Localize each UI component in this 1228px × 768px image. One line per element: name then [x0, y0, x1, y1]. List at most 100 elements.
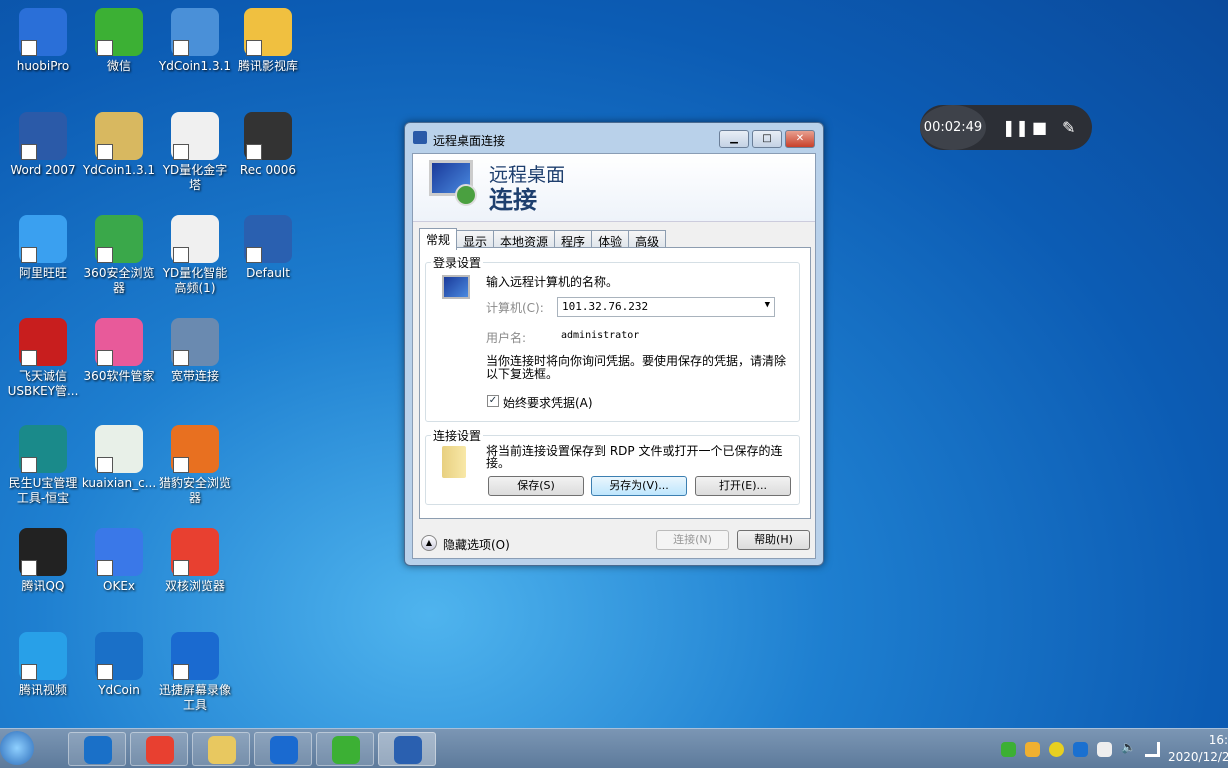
desktop-icon-label: Word 2007	[10, 163, 76, 177]
taskbar-ydcoin[interactable]	[68, 732, 126, 766]
app-icon	[171, 318, 219, 366]
recorder-tray-icon[interactable]	[1073, 742, 1088, 757]
desktop-icon[interactable]: 猎豹安全浏览器	[157, 425, 233, 506]
desktop-icon[interactable]: Rec 0006	[230, 112, 306, 178]
desktop-icon[interactable]: 阿里旺旺	[5, 215, 81, 281]
desktop-icon-label: Rec 0006	[239, 163, 297, 177]
tab-0[interactable]: 常规	[419, 228, 458, 250]
app-icon	[171, 215, 219, 263]
open-button[interactable]: 打开(E)...	[695, 476, 791, 496]
save-button[interactable]: 保存(S)	[488, 476, 584, 496]
desktop-icon[interactable]: YD量化智能高频(1)	[157, 215, 233, 296]
start-button[interactable]	[0, 731, 34, 765]
desktop-icon-label: YdCoin	[98, 683, 140, 697]
computer-value: 101.32.76.232	[562, 300, 649, 313]
window-title: 远程桌面连接	[433, 134, 506, 148]
app-icon	[95, 528, 143, 576]
desktop-icon-label: 腾讯影视库	[237, 59, 298, 73]
desktop-icon[interactable]: YdCoin1.3.1	[81, 112, 157, 178]
desktop-icon[interactable]: 微信	[81, 8, 157, 74]
desktop-icon[interactable]: 360安全浏览器	[81, 215, 157, 296]
desktop-icon-label: 腾讯视频	[18, 683, 67, 697]
desktop-icon-label: 双核浏览器	[164, 579, 225, 593]
plus-tray-icon[interactable]	[1049, 742, 1064, 757]
network-signal-icon[interactable]	[1145, 742, 1160, 757]
desktop-icon[interactable]: huobiPro	[5, 8, 81, 74]
desktop-icon-label: 民生U宝管理工具-恒宝	[8, 476, 78, 505]
stop-icon[interactable]: ■	[1032, 118, 1047, 137]
ydcoin-icon	[84, 736, 112, 764]
desktop-icon-label: kuaixian_c...	[81, 476, 157, 490]
always-ask-label[interactable]: 始终要求凭据(A)	[503, 394, 593, 411]
connection-settings-group: 连接设置 将当前连接设置保存到 RDP 文件或打开一个已保存的连接。 保存(S)…	[425, 427, 800, 505]
always-ask-checkbox[interactable]: ✓	[487, 395, 499, 407]
connect-button[interactable]: 连接(N)	[656, 530, 729, 550]
desktop-icon[interactable]: 民生U宝管理工具-恒宝	[5, 425, 81, 506]
dialog-client: 远程桌面 连接 常规 显示 本地资源 程序 体验 高级 登录设置 输入远程计算机的名称。 …	[412, 153, 816, 559]
taskbar: 🔈 16: 2020/12/2	[0, 728, 1228, 768]
help-button[interactable]: 帮助(H)	[737, 530, 810, 550]
pause-icon[interactable]: ❚❚	[1002, 118, 1029, 137]
desktop-icon[interactable]: kuaixian_c...	[81, 425, 157, 491]
collapse-icon[interactable]: ▲	[421, 535, 437, 551]
volume-icon[interactable]: 🔈	[1121, 740, 1136, 755]
desktop-icon[interactable]: YdCoin1.3.1	[157, 8, 233, 74]
taskbar-screen-recorder[interactable]	[254, 732, 312, 766]
computer-combobox[interactable]: 101.32.76.232 ▼	[557, 297, 775, 317]
general-tab-panel: 登录设置 输入远程计算机的名称。 计算机(C): 101.32.76.232 ▼…	[419, 247, 811, 519]
taskbar-remote-desktop[interactable]	[378, 732, 436, 766]
group-label: 登录设置	[431, 254, 484, 271]
desktop-icon-label: 腾讯QQ	[21, 579, 65, 593]
header-subtitle: 连接	[489, 186, 537, 214]
maximize-button[interactable]: □	[752, 130, 782, 148]
recording-widget: 00:02:49 ❚❚ ■ ✎	[920, 105, 1092, 150]
desktop-icon[interactable]: YD量化金字塔	[157, 112, 233, 193]
taskbar-explorer[interactable]	[192, 732, 250, 766]
chevron-down-icon[interactable]: ▼	[765, 300, 770, 310]
desktop-icon-label: YD量化智能高频(1)	[162, 266, 228, 295]
desktop-icon[interactable]: 腾讯影视库	[230, 8, 306, 74]
desktop-icon[interactable]: OKEx	[81, 528, 157, 594]
desktop-icon[interactable]: 双核浏览器	[157, 528, 233, 594]
taskbar-chrome[interactable]	[130, 732, 188, 766]
minimize-button[interactable]: ▁	[719, 130, 749, 148]
desktop-icon-label: 宽带连接	[170, 369, 219, 383]
app-icon	[244, 8, 292, 56]
app-icon	[171, 425, 219, 473]
desktop-icon[interactable]: 迅捷屏幕录像工具	[157, 632, 233, 713]
app-icon	[171, 528, 219, 576]
group-label: 连接设置	[431, 427, 484, 444]
desktop-icon[interactable]: 飞天诚信USBKEY管...	[5, 318, 81, 399]
connection-note: 将当前连接设置保存到 RDP 文件或打开一个已保存的连接。	[486, 444, 783, 470]
dialog-header: 远程桌面 连接	[413, 154, 815, 222]
close-button[interactable]: ✕	[785, 130, 815, 148]
desktop-icon[interactable]: 腾讯QQ	[5, 528, 81, 594]
desktop-icon[interactable]: Word 2007	[5, 112, 81, 178]
desktop-icon[interactable]: 360软件管家	[81, 318, 157, 384]
desktop-icon[interactable]: 宽带连接	[157, 318, 233, 384]
username-label: 用户名:	[486, 331, 527, 345]
hide-options-link[interactable]: 隐藏选项(O)	[443, 536, 510, 553]
desktop-icon-label: Default	[246, 266, 290, 280]
wechat-tray-icon[interactable]	[1001, 742, 1016, 757]
app-icon	[95, 8, 143, 56]
taskbar-wechat[interactable]	[316, 732, 374, 766]
desktop-icon-label: 阿里旺旺	[18, 266, 67, 280]
desktop-icon[interactable]: YdCoin	[81, 632, 157, 698]
pen-icon[interactable]: ✎	[1062, 118, 1075, 137]
desktop-icon[interactable]: 腾讯视频	[5, 632, 81, 698]
app-icon	[171, 112, 219, 160]
desktop-icon-label: 微信	[106, 59, 131, 73]
save-as-button[interactable]: 另存为(V)...	[591, 476, 687, 496]
app-icon	[19, 425, 67, 473]
app-icon	[95, 632, 143, 680]
clock[interactable]: 16: 2020/12/2	[1168, 732, 1228, 766]
video-tray-icon[interactable]	[1025, 742, 1040, 757]
desktop-icon[interactable]: Default	[230, 215, 306, 281]
power-plug-icon[interactable]	[1097, 742, 1112, 757]
app-icon	[19, 112, 67, 160]
desktop-icon-label: 360软件管家	[83, 369, 155, 383]
title-bar[interactable]: 远程桌面连接 ▁ □ ✕	[405, 123, 823, 153]
desktop-icon-label: OKEx	[103, 579, 135, 593]
wechat-icon	[332, 736, 360, 764]
